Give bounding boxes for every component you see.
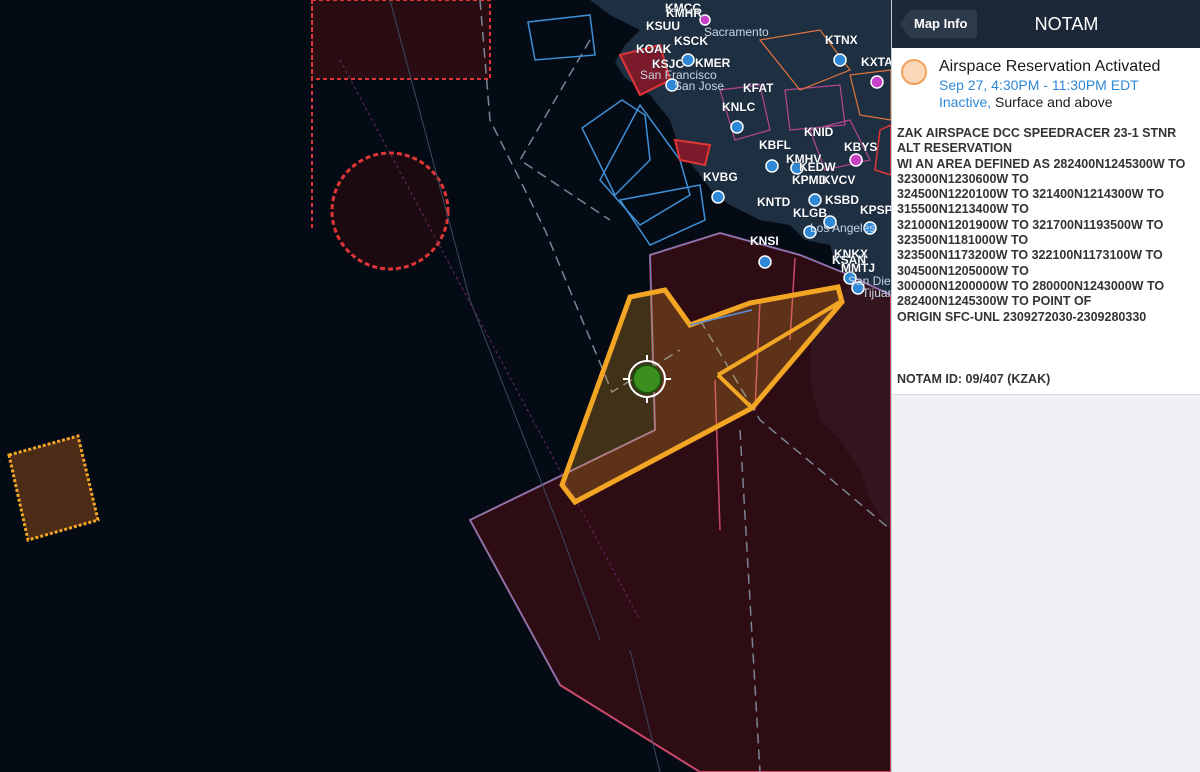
airport-label: KLGB — [793, 206, 827, 220]
moa-coast-3 — [618, 184, 706, 246]
airport-label: KBYS — [844, 140, 877, 154]
airport-label: KXTA — [861, 55, 891, 69]
map-feature — [758, 255, 772, 269]
city-label: San Jose — [674, 79, 724, 93]
airport-label: KPSP — [860, 203, 891, 217]
panel-header: Map Info NOTAM — [892, 0, 1200, 48]
restricted-circle — [330, 151, 450, 271]
notam-status: Inactive, Surface and above — [939, 94, 1113, 110]
airport-label: KTNX — [825, 33, 858, 47]
notam-time: Sep 27, 4:30PM - 11:30PM EDT — [939, 77, 1139, 93]
notam-panel: Map Info NOTAM Airspace Reservation Acti… — [891, 0, 1200, 772]
map-feature — [870, 75, 884, 89]
airport-label: KNID — [804, 125, 834, 139]
panel-title: NOTAM — [1034, 14, 1099, 34]
notam-body-text: ZAK AIRSPACE DCC SPEEDRACER 23-1 STNR AL… — [897, 126, 1186, 324]
airport-label: KNTD — [757, 195, 791, 209]
airport-label: KMHR — [666, 6, 702, 20]
airport-label: KSBD — [825, 193, 859, 207]
activated-area-west — [7, 434, 100, 542]
city-label: Tijuana — [862, 286, 891, 300]
status-indicator-icon — [901, 59, 927, 85]
status-inactive: Inactive, — [939, 94, 992, 110]
map-feature — [632, 364, 662, 394]
airport-label: KSUU — [646, 19, 680, 33]
map-feature — [808, 193, 822, 207]
notam-card[interactable]: Airspace Reservation Activated Sep 27, 4… — [892, 48, 1200, 395]
airport-label: KVCV — [822, 173, 855, 187]
status-range: Surface and above — [991, 94, 1113, 110]
map-feature — [849, 153, 863, 167]
map-feature — [833, 53, 847, 67]
airport-label: KFAT — [743, 81, 774, 95]
airport-label: KVBG — [703, 170, 738, 184]
airport-label: KNLC — [722, 100, 756, 114]
airport-label: KOAK — [636, 42, 672, 56]
airport-label: KNSI — [750, 234, 779, 248]
map-canvas[interactable]: KMCC KMHR KSUU KSCK KOAK KSJC KMER KFAT … — [0, 0, 891, 772]
notam-title: Airspace Reservation Activated — [939, 58, 1161, 75]
map-feature — [765, 159, 779, 173]
airport-label: MMTJ — [841, 261, 875, 275]
map-view[interactable]: KMCC KMHR KSUU KSCK KOAK KSJC KMER KFAT … — [0, 0, 891, 772]
city-label: Los Angeles — [810, 221, 875, 235]
map-feature — [518, 39, 611, 221]
map-feature — [711, 190, 725, 204]
airport-label: KEDW — [799, 160, 836, 174]
notam-id: NOTAM ID: 09/407 (KZAK) — [897, 372, 1051, 386]
airport-label: KBFL — [759, 138, 791, 152]
moa-coast-1 — [581, 99, 651, 197]
map-feature — [730, 120, 744, 134]
moa-north — [527, 14, 596, 61]
city-label: Sacramento — [704, 25, 769, 39]
